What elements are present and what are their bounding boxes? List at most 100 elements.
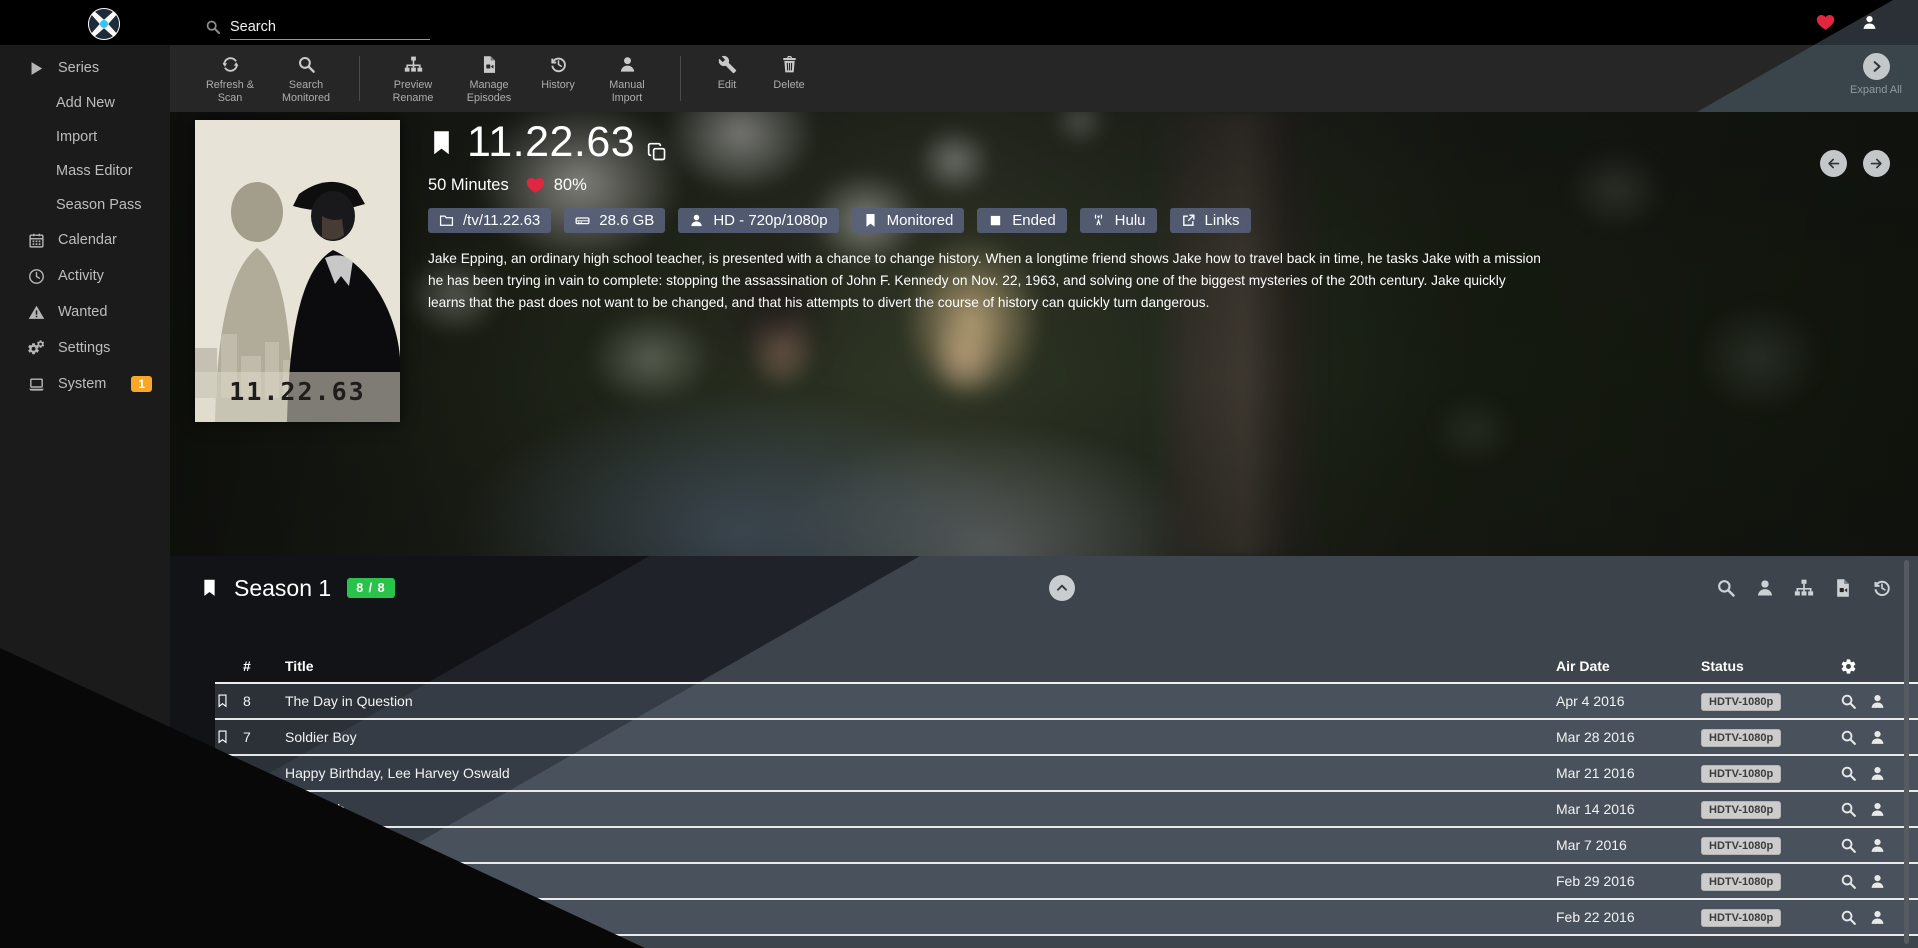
calendar-icon <box>28 232 45 249</box>
air-date-column-header: Air Date <box>1556 658 1701 674</box>
episode-manual-search-icon[interactable] <box>1869 837 1886 854</box>
file-video-icon <box>480 55 499 74</box>
episode-row[interactable]: 4 The Eyes of Texas Mar 7 2016 HDTV-1080… <box>215 828 1918 864</box>
season-manual-import-button[interactable] <box>1755 578 1775 598</box>
episode-row[interactable]: 3 Other Voices, Other Rooms Feb 29 2016 … <box>215 864 1918 900</box>
series-info: 11.22.63 50 Minutes 80% /tv/11.22.63 28.… <box>428 118 1888 315</box>
user-icon[interactable] <box>1861 14 1878 31</box>
episode-table-header: # Title Air Date Status <box>215 650 1918 684</box>
season-search-button[interactable] <box>1716 578 1736 598</box>
episode-search-icon[interactable] <box>1840 729 1857 746</box>
episode-row[interactable]: 7 Soldier Boy Mar 28 2016 HDTV-1080p <box>215 720 1918 756</box>
manual-import-button[interactable]: Manual Import <box>594 45 660 112</box>
episode-title[interactable]: Soldier Boy <box>285 729 1556 745</box>
episode-row[interactable]: 6 Happy Birthday, Lee Harvey Oswald Mar … <box>215 756 1918 792</box>
episode-row[interactable]: 2 The Kill Floor Feb 22 2016 HDTV-1080p <box>215 900 1918 936</box>
series-title-row: 11.22.63 <box>428 118 1888 167</box>
episode-monitor-toggle-icon[interactable] <box>215 727 230 747</box>
episode-search-icon[interactable] <box>1840 765 1857 782</box>
button-label: Preview Rename <box>380 79 446 105</box>
episode-title[interactable]: The Day in Question <box>285 693 1556 709</box>
monitored-tag[interactable]: Monitored <box>852 208 965 233</box>
episode-status-badge: HDTV-1080p <box>1701 909 1781 927</box>
title-column-header: Title <box>285 658 1556 674</box>
season-manage-episodes-button[interactable] <box>1833 578 1853 598</box>
season-header: Season 1 8 / 8 <box>170 556 1918 620</box>
episode-manual-search-icon[interactable] <box>1869 693 1886 710</box>
copy-icon[interactable] <box>647 142 667 162</box>
search-input[interactable] <box>230 17 430 40</box>
edit-button[interactable]: Edit <box>701 45 753 112</box>
drive-icon <box>575 213 590 228</box>
episode-monitor-toggle-icon[interactable] <box>215 835 230 855</box>
path-tag[interactable]: /tv/11.22.63 <box>428 208 551 233</box>
episode-monitor-toggle-icon[interactable] <box>215 691 230 711</box>
manage-episodes-button[interactable]: Manage Episodes <box>456 45 522 112</box>
collapse-season-button[interactable] <box>1049 575 1075 601</box>
episode-air-date: Apr 4 2016 <box>1556 693 1701 709</box>
sidebar-item-series[interactable]: Series <box>0 50 170 86</box>
episode-monitor-toggle-icon[interactable] <box>215 907 230 927</box>
search-monitored-button[interactable]: Search Monitored <box>273 45 339 112</box>
status-column-header: Status <box>1701 658 1826 674</box>
size-tag[interactable]: 28.6 GB <box>564 208 665 233</box>
episode-title[interactable]: The Truth <box>285 801 1556 817</box>
season-history-button[interactable] <box>1872 578 1892 598</box>
episode-manual-search-icon[interactable] <box>1869 801 1886 818</box>
sidebar-item-mass-editor[interactable]: Mass Editor <box>0 154 170 188</box>
sonarr-logo[interactable] <box>87 7 121 41</box>
episode-title[interactable]: Other Voices, Other Rooms <box>285 873 1556 889</box>
sidebar-item-import[interactable]: Import <box>0 120 170 154</box>
history-button[interactable]: History <box>532 45 584 112</box>
sidebar-item-add-new[interactable]: Add New <box>0 86 170 120</box>
episode-row[interactable]: 8 The Day in Question Apr 4 2016 HDTV-10… <box>215 684 1918 720</box>
sidebar-item-calendar[interactable]: Calendar <box>0 222 170 258</box>
donate-heart-icon[interactable] <box>1816 13 1835 32</box>
expand-all-button[interactable]: Expand All <box>1850 53 1902 97</box>
sidebar-item-wanted[interactable]: Wanted <box>0 294 170 330</box>
series-monitored-bookmark-icon[interactable] <box>428 121 455 165</box>
season-preview-rename-button[interactable] <box>1794 578 1814 598</box>
table-options-gear-icon[interactable] <box>1840 658 1857 675</box>
episode-search-icon[interactable] <box>1840 873 1857 890</box>
episode-search-icon[interactable] <box>1840 801 1857 818</box>
episode-search-icon[interactable] <box>1840 693 1857 710</box>
links-tag[interactable]: Links <box>1170 208 1251 233</box>
episode-search-icon[interactable] <box>1840 909 1857 926</box>
tag-label: HD - 720p/1080p <box>713 212 827 229</box>
series-toolbar: Refresh & Scan Search Monitored Preview … <box>170 45 1918 112</box>
season-monitored-bookmark-icon[interactable] <box>200 574 219 602</box>
quality-profile-tag[interactable]: HD - 720p/1080p <box>678 208 838 233</box>
refresh-scan-button[interactable]: Refresh & Scan <box>197 45 263 112</box>
sidebar-item-season-pass[interactable]: Season Pass <box>0 188 170 222</box>
episode-monitor-toggle-icon[interactable] <box>215 799 230 819</box>
delete-button[interactable]: Delete <box>763 45 815 112</box>
episode-status-badge: HDTV-1080p <box>1701 837 1781 855</box>
episode-search-icon[interactable] <box>1840 837 1857 854</box>
episode-air-date: Mar 7 2016 <box>1556 837 1701 853</box>
sidebar-item-activity[interactable]: Activity <box>0 258 170 294</box>
status-tag[interactable]: Ended <box>977 208 1066 233</box>
episode-row[interactable]: 5 The Truth Mar 14 2016 HDTV-1080p <box>215 792 1918 828</box>
sidebar-item-label: Add New <box>56 95 115 111</box>
sidebar-item-label: Season Pass <box>56 197 141 213</box>
next-series-button[interactable] <box>1863 150 1890 177</box>
episode-title[interactable]: The Eyes of Texas <box>285 837 1556 853</box>
episode-title[interactable]: The Kill Floor <box>285 909 1556 925</box>
episode-number: 2 <box>243 909 285 925</box>
episode-monitor-toggle-icon[interactable] <box>215 763 230 783</box>
network-tag[interactable]: Hulu <box>1080 208 1157 233</box>
episode-manual-search-icon[interactable] <box>1869 873 1886 890</box>
sonarr-logo-icon <box>87 7 121 41</box>
sidebar-item-system[interactable]: System 1 <box>0 366 170 402</box>
sidebar-item-settings[interactable]: Settings <box>0 330 170 366</box>
preview-rename-button[interactable]: Preview Rename <box>380 45 446 112</box>
episode-title[interactable]: Happy Birthday, Lee Harvey Oswald <box>285 765 1556 781</box>
scrollbar[interactable] <box>1904 560 1909 944</box>
previous-series-button[interactable] <box>1820 150 1847 177</box>
episode-manual-search-icon[interactable] <box>1869 729 1886 746</box>
episode-manual-search-icon[interactable] <box>1869 909 1886 926</box>
episode-monitor-toggle-icon[interactable] <box>215 871 230 891</box>
search-icon <box>205 19 221 35</box>
episode-manual-search-icon[interactable] <box>1869 765 1886 782</box>
